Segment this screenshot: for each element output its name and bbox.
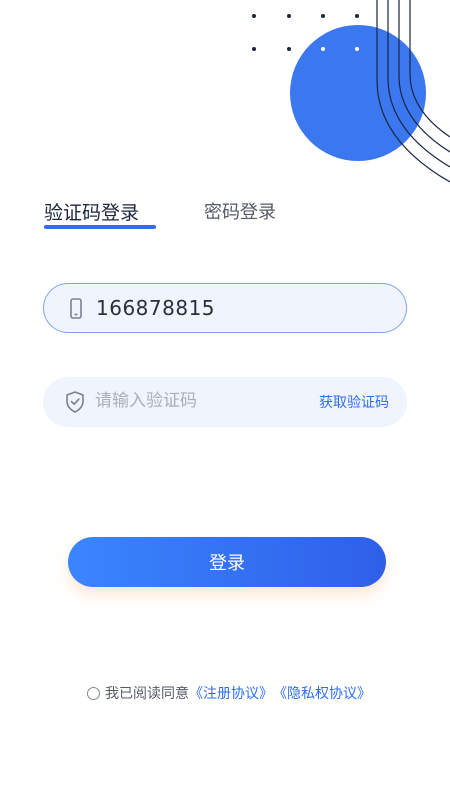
tab-sms-code-login-label: 验证码登录 [44, 202, 140, 224]
agreement-row: 我已阅读同意 《注册协议》 《隐私权协议》 [87, 683, 371, 703]
login-button[interactable]: 登录 [68, 537, 386, 587]
tab-password-login[interactable]: 密码登录 [204, 198, 276, 224]
terms-link[interactable]: 《注册协议》 [189, 683, 273, 703]
verification-code-field: 获取验证码 [43, 377, 407, 427]
agreement-prefix: 我已阅读同意 [105, 686, 189, 702]
phone-icon [70, 298, 82, 319]
active-tab-indicator [44, 225, 156, 229]
privacy-link[interactable]: 《隐私权协议》 [273, 683, 371, 703]
shield-check-icon [66, 391, 84, 413]
verification-code-input[interactable] [95, 386, 295, 416]
tab-password-login-label: 密码登录 [204, 202, 276, 223]
get-code-button[interactable]: 获取验证码 [319, 392, 389, 412]
phone-input[interactable] [96, 293, 376, 323]
phone-field [43, 283, 407, 333]
decorative-circle-graphic [252, 0, 450, 183]
tab-sms-code-login[interactable]: 验证码登录 [44, 198, 139, 225]
agreement-radio[interactable] [87, 686, 100, 700]
